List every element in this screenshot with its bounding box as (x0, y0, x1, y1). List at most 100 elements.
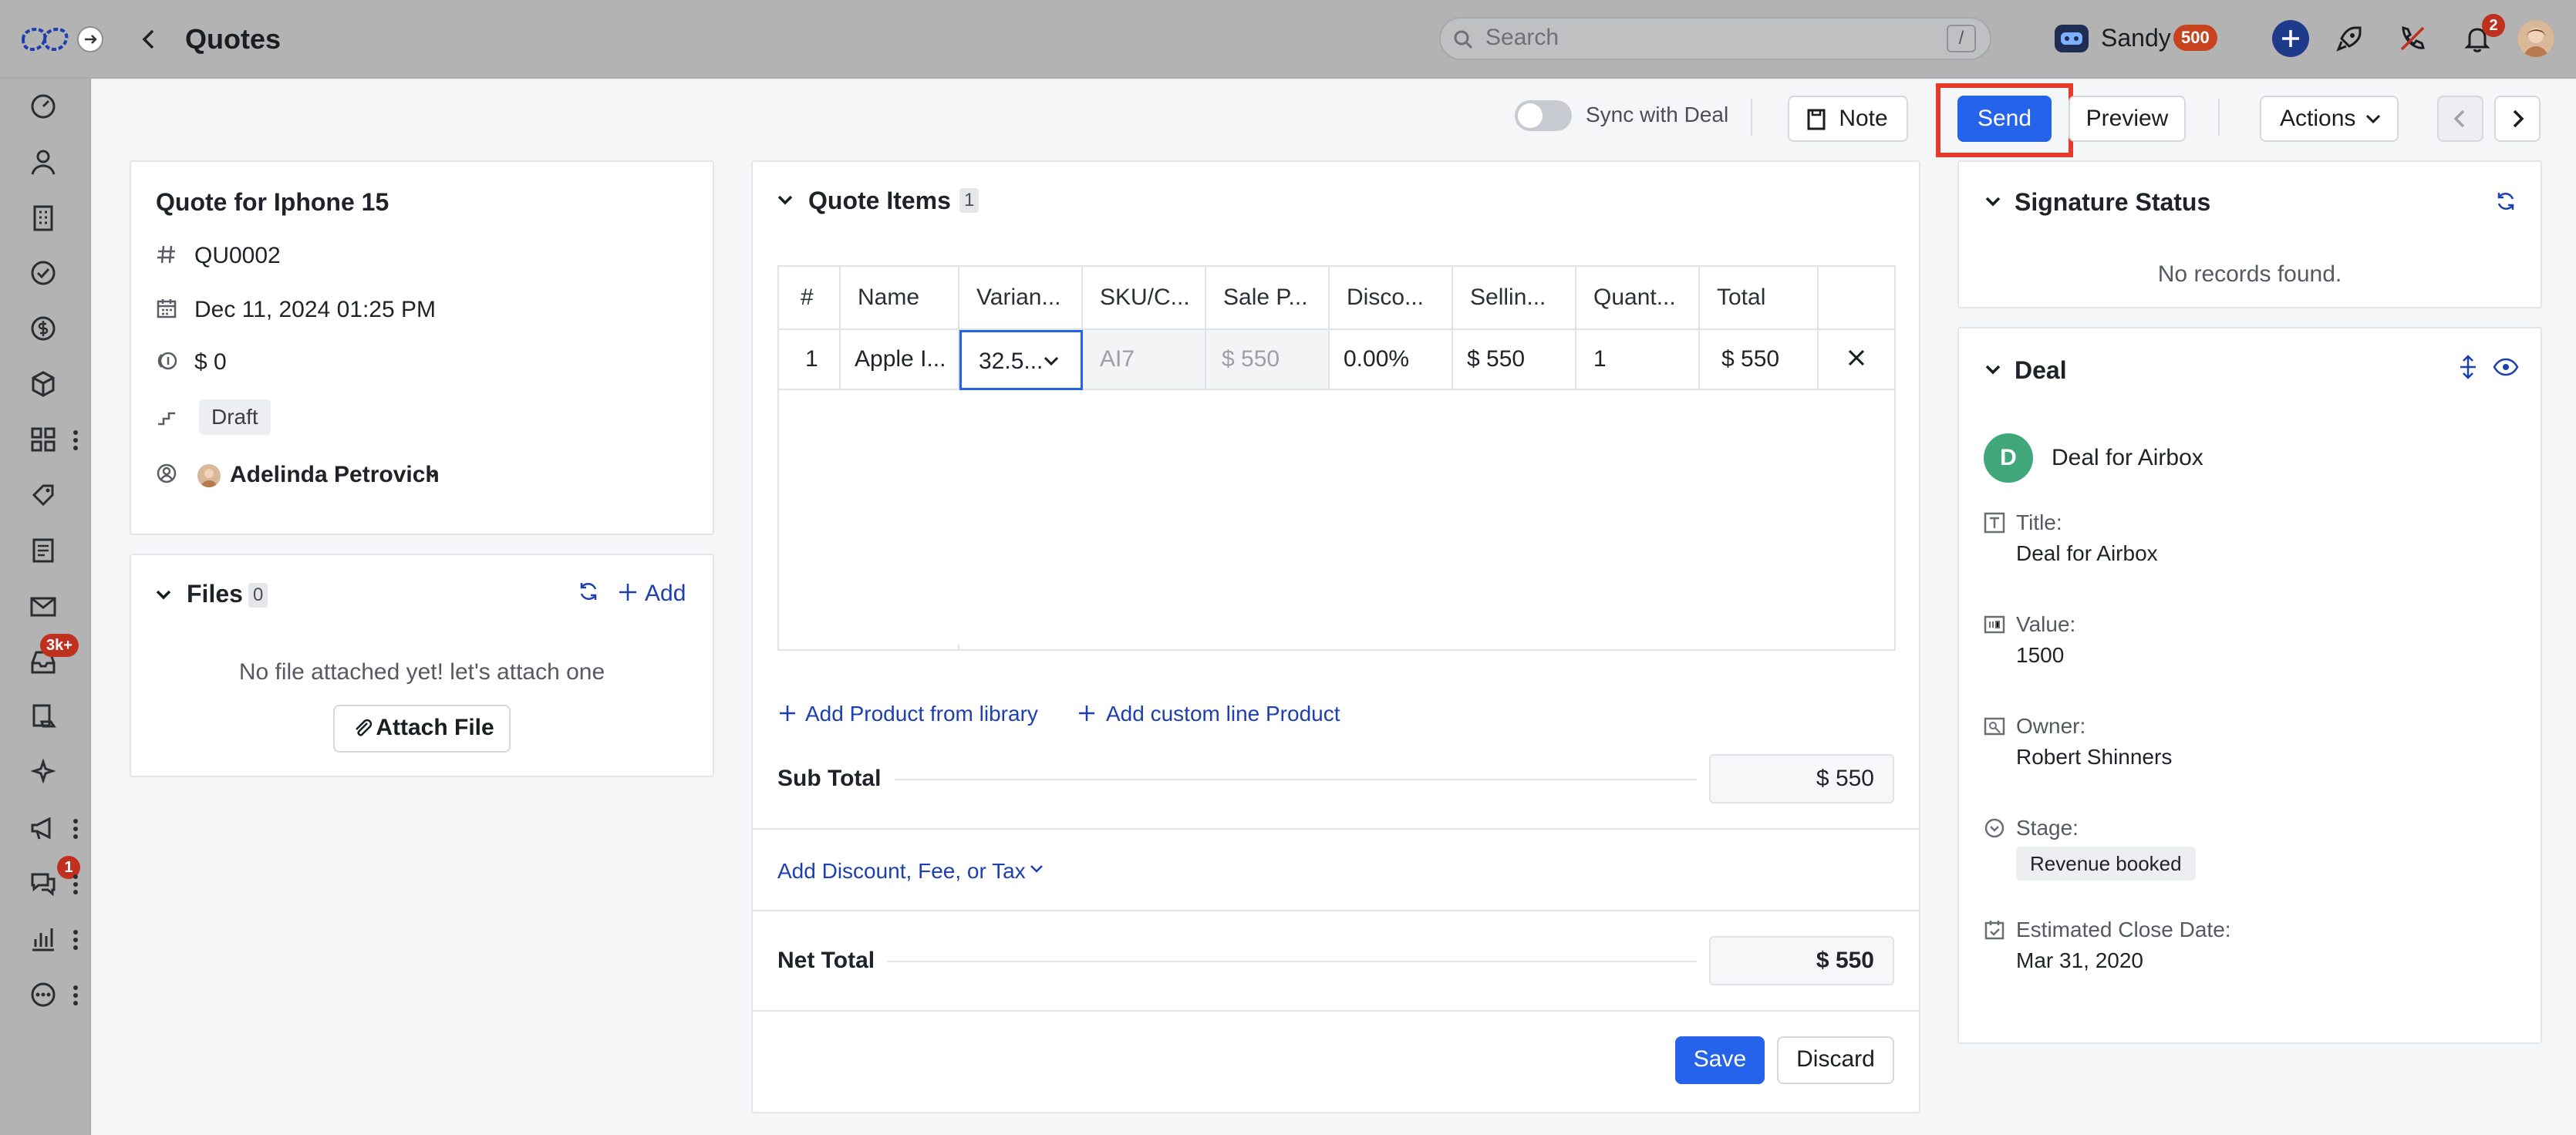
column-header-discount[interactable]: Disco... (1330, 267, 1453, 330)
search-placeholder: Search (1485, 25, 1559, 50)
tickets-tag-icon[interactable] (28, 480, 59, 510)
column-divider (958, 390, 959, 649)
deal-collapse-chevron-icon[interactable] (1984, 362, 2002, 376)
rocket-icon[interactable] (2332, 22, 2366, 56)
quote-status-badge[interactable]: Draft (199, 399, 271, 435)
subtotal-value: $ 550 (1709, 754, 1894, 803)
add-plus-icon[interactable] (617, 581, 639, 603)
files-empty-text: No file attached yet! let's attach one (238, 659, 605, 685)
attach-file-label: Attach File (376, 715, 494, 740)
signature-collapse-chevron-icon[interactable] (1984, 194, 2002, 208)
user-avatar[interactable] (2517, 20, 2554, 57)
variant-select[interactable]: 32.5... (959, 330, 1083, 390)
selling-price-cell[interactable]: $ 550 (1453, 330, 1576, 390)
hash-icon (156, 244, 177, 265)
product-name-cell[interactable]: Apple I... (841, 330, 959, 390)
discount-chevron-down-icon[interactable] (1029, 864, 1044, 874)
deal-name-link[interactable]: Deal for Airbox (2052, 444, 2203, 472)
inbox-count-badge: 3k+ (40, 634, 79, 657)
column-header-total[interactable]: Total (1700, 267, 1819, 330)
deal-title-label: Title: (2016, 510, 2062, 534)
column-header-selling-price[interactable]: Sellin... (1453, 267, 1576, 330)
column-header-actions (1819, 267, 1896, 330)
net-total-label: Net Total (777, 948, 875, 973)
remove-row-button[interactable] (1819, 330, 1896, 390)
expand-sidebar-button[interactable] (77, 26, 103, 52)
column-header-sku[interactable]: SKU/C... (1083, 267, 1206, 330)
user-name[interactable]: Sandy (2101, 23, 2171, 52)
reports-more-icon[interactable] (72, 928, 79, 951)
documents-icon[interactable] (28, 535, 59, 566)
tasks-check-icon[interactable] (28, 258, 59, 288)
deal-close-date-label: Estimated Close Date: (2016, 918, 2231, 941)
deal-value-label: Value: (2016, 612, 2076, 636)
chat-bubbles-icon[interactable] (28, 868, 59, 899)
column-header-sale-price[interactable]: Sale P... (1206, 267, 1330, 330)
files-count-badge: 0 (248, 583, 268, 608)
user-bot-avatar-icon[interactable] (2055, 25, 2089, 52)
search-icon (1452, 28, 1475, 51)
column-header-name[interactable]: Name (841, 267, 959, 330)
contacts-person-icon[interactable] (28, 147, 59, 177)
stage-field-icon (1984, 817, 2005, 839)
net-total-leader-line (887, 961, 1697, 962)
title-field-icon (1984, 512, 2005, 534)
ai-sparkle-icon[interactable] (28, 757, 59, 788)
chat-more-icon[interactable] (72, 873, 79, 896)
column-header-variant[interactable]: Varian... (959, 267, 1083, 330)
campaigns-more-icon[interactable] (72, 817, 79, 840)
preview-button[interactable]: Preview (2069, 96, 2186, 142)
owner-avatar (197, 464, 221, 487)
campaigns-megaphone-icon[interactable] (28, 813, 59, 844)
add-discount-fee-tax-link[interactable]: Add Discount, Fee, or Tax (777, 857, 1026, 885)
quantity-cell[interactable]: 1 (1576, 330, 1700, 390)
stage-steps-icon (156, 406, 177, 427)
back-chevron-icon[interactable] (137, 26, 160, 52)
deal-expand-icon[interactable] (2457, 355, 2479, 379)
discard-button[interactable]: Discard (1777, 1036, 1894, 1084)
column-header-number: # (779, 267, 841, 330)
page-title: Quotes (185, 23, 282, 55)
deals-dollar-icon[interactable] (28, 313, 59, 344)
app-logo-icon[interactable] (20, 26, 69, 52)
accounts-building-icon[interactable] (28, 202, 59, 233)
more-options-icon[interactable] (28, 979, 59, 1010)
files-collapse-chevron-icon[interactable] (154, 588, 173, 601)
owner-chevron-down-icon[interactable] (426, 469, 440, 480)
quick-add-button[interactable] (2272, 20, 2309, 57)
phone-off-icon[interactable] (2396, 22, 2429, 56)
section-divider (753, 1010, 1919, 1012)
quote-date: Dec 11, 2024 01:25 PM (194, 297, 436, 322)
previous-record-button[interactable] (2437, 96, 2483, 142)
quote-items-collapse-chevron-icon[interactable] (776, 193, 794, 207)
products-box-icon[interactable] (28, 369, 59, 399)
billing-hand-icon[interactable] (28, 702, 59, 733)
add-product-from-library-link[interactable]: Add Product from library (805, 700, 1038, 728)
refresh-icon[interactable] (577, 580, 600, 603)
apps-grid-icon[interactable] (28, 424, 59, 455)
reports-bar-chart-icon[interactable] (28, 924, 59, 955)
quote-owner-name[interactable]: Adelinda Petrovich (230, 461, 440, 489)
signature-status-title: Signature Status (2015, 188, 2211, 216)
add-product-plus-icon (777, 703, 797, 723)
dashboard-gauge-icon[interactable] (28, 91, 59, 122)
signature-refresh-icon[interactable] (2494, 190, 2517, 213)
add-custom-line-product-link[interactable]: Add custom line Product (1106, 700, 1340, 728)
deal-view-eye-icon[interactable] (2493, 356, 2519, 378)
send-highlight-box (1936, 83, 2073, 157)
next-record-button[interactable] (2494, 96, 2541, 142)
apps-more-icon[interactable] (72, 429, 79, 452)
save-button[interactable]: Save (1675, 1036, 1765, 1084)
column-header-quantity[interactable]: Quant... (1576, 267, 1700, 330)
quote-items-table: # Name Varian... SKU/C... Sale P... Disc… (777, 265, 1896, 651)
close-date-calendar-icon (1984, 919, 2005, 941)
more-options-dots-icon[interactable] (72, 984, 79, 1007)
deal-title: Deal (2015, 356, 2067, 384)
coins-icon (156, 350, 177, 372)
add-file-link[interactable]: Add (645, 580, 686, 608)
email-envelope-icon[interactable] (28, 591, 59, 621)
variant-value: 32.5... (979, 349, 1044, 374)
subtotal-leader-line (895, 779, 1697, 780)
deal-title-value: Deal for Airbox (2016, 541, 2158, 565)
discount-cell[interactable]: 0.00% (1330, 330, 1453, 390)
